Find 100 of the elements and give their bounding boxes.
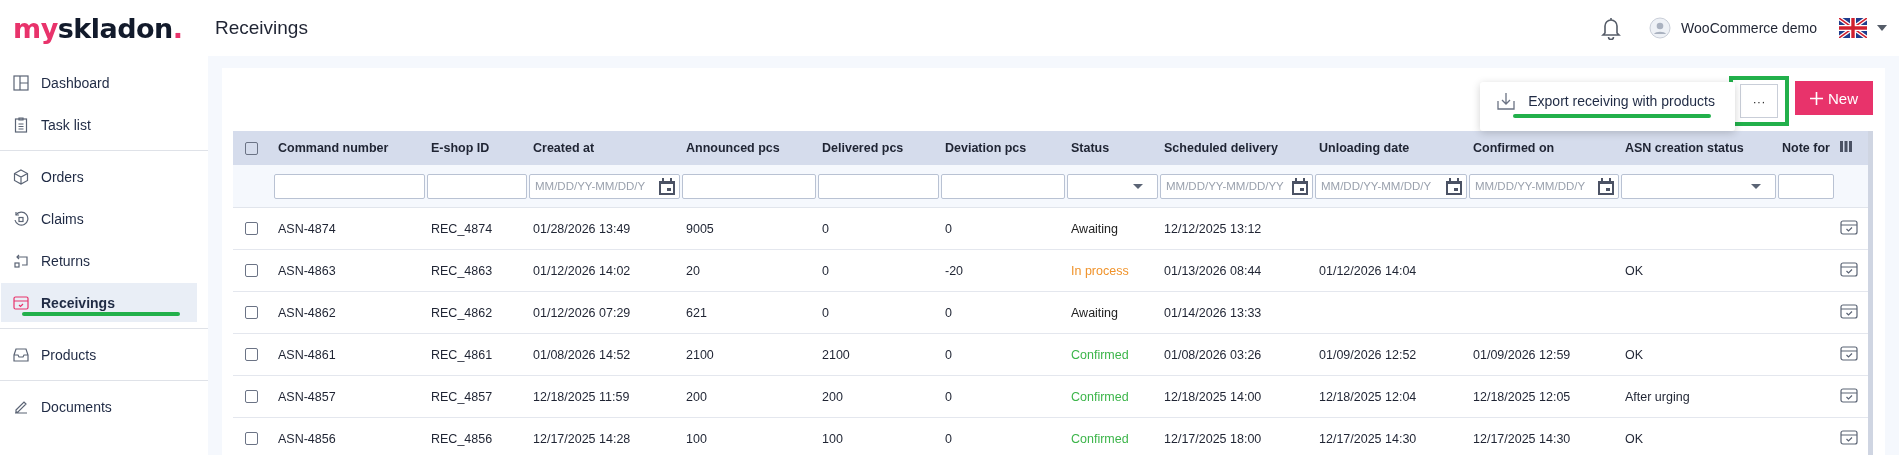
- column-header[interactable]: E-shop ID: [431, 141, 533, 155]
- calendar-icon: [1598, 177, 1614, 195]
- sidebar-item[interactable]: Orders: [1, 157, 197, 196]
- table-cell: 01/08/2026 03:26: [1164, 347, 1262, 362]
- table-cell: 100: [822, 431, 843, 446]
- new-button[interactable]: New: [1795, 81, 1873, 115]
- column-header[interactable]: Note for: [1782, 141, 1840, 155]
- tray-icon[interactable]: [1840, 261, 1858, 277]
- table-cell: 20: [686, 263, 700, 278]
- returns-icon: [13, 252, 29, 269]
- table-cell: 12/18/2025 12:05: [1473, 389, 1571, 404]
- table-cell: OK: [1625, 431, 1644, 446]
- sidebar-item[interactable]: Claims: [1, 199, 197, 238]
- box-icon: [13, 168, 29, 185]
- table-cell: After urging: [1625, 389, 1690, 404]
- table-cell: 12/17/2025 14:30: [1473, 431, 1571, 446]
- table-cell: REC_4857: [431, 389, 493, 404]
- column-header[interactable]: Confirmed on: [1473, 141, 1625, 155]
- table-cell: 0: [945, 221, 952, 236]
- filter-field[interactable]: [818, 173, 939, 199]
- sidebar-item[interactable]: Receivings: [1, 283, 197, 322]
- table-cell: 0: [945, 431, 952, 446]
- table-cell: 12/17/2025 14:28: [533, 431, 631, 446]
- column-header[interactable]: Deviation pcs: [945, 141, 1071, 155]
- status-text: Awaiting: [1071, 305, 1119, 320]
- more-button[interactable]: ···: [1740, 84, 1778, 118]
- tasklist-icon: [13, 116, 29, 133]
- inbox-icon: [13, 346, 29, 363]
- table-cell: 100: [686, 431, 707, 446]
- table-cell: 01/13/2026 08:44: [1164, 263, 1262, 278]
- table-cell: 01/28/2026 13:49: [533, 221, 631, 236]
- status-text: Awaiting: [1071, 221, 1119, 236]
- tray-icon[interactable]: [1840, 429, 1858, 445]
- table-cell: 12/18/2025 14:00: [1164, 389, 1262, 404]
- filter-field[interactable]: [1778, 173, 1834, 199]
- caret-icon: [1751, 183, 1761, 189]
- logo[interactable]: myskladon.: [13, 12, 215, 44]
- column-header[interactable]: ASN creation status: [1625, 141, 1782, 155]
- table-cell: 0: [822, 221, 829, 236]
- column-header[interactable]: Scheduled delivery: [1164, 141, 1319, 155]
- filter-field[interactable]: [941, 173, 1065, 199]
- column-header[interactable]: Created at: [533, 141, 686, 155]
- status-text: Confirmed: [1071, 431, 1129, 446]
- checkbox[interactable]: [245, 432, 258, 445]
- sidebar-item[interactable]: Returns: [1, 241, 197, 280]
- table-cell: OK: [1625, 347, 1644, 362]
- tray-icon[interactable]: [1840, 345, 1858, 361]
- caret-icon[interactable]: [1877, 25, 1887, 31]
- column-header[interactable]: Status: [1071, 141, 1164, 155]
- table-cell: ASN-4857: [278, 389, 336, 404]
- filter-field[interactable]: [682, 173, 816, 199]
- table-cell: REC_4862: [431, 305, 493, 320]
- table-cell: REC_4863: [431, 263, 493, 278]
- column-header[interactable]: Announced pcs: [686, 141, 822, 155]
- table-cell: ASN-4862: [278, 305, 336, 320]
- table-cell: ASN-4861: [278, 347, 336, 362]
- table-cell: REC_4861: [431, 347, 493, 362]
- plus-icon: [1810, 91, 1823, 105]
- sidebar-item[interactable]: Products: [1, 335, 197, 374]
- checkbox[interactable]: [245, 306, 258, 319]
- menu-item[interactable]: Export receiving with products: [1497, 92, 1715, 110]
- calendar-icon: [1292, 177, 1308, 195]
- sidebar-item[interactable]: Dashboard: [1, 63, 197, 102]
- sidebar-item[interactable]: Documents: [1, 387, 197, 426]
- tray-icon: [13, 294, 29, 311]
- filter-field[interactable]: [427, 173, 527, 199]
- checkbox[interactable]: [245, 141, 258, 155]
- table-cell: 2100: [686, 347, 714, 362]
- page-title: Receivings: [215, 17, 308, 39]
- calendar-icon: [1446, 177, 1462, 195]
- filter-field[interactable]: [274, 173, 425, 199]
- table-cell: 12/18/2025 11:59: [533, 389, 630, 404]
- columns-icon[interactable]: [1840, 141, 1852, 152]
- flag-icon[interactable]: [1839, 18, 1867, 38]
- user-name[interactable]: WooCommerce demo: [1681, 20, 1817, 36]
- table-cell: 0: [945, 347, 952, 362]
- table-cell: OK: [1625, 263, 1644, 278]
- table-cell: 621: [686, 305, 707, 320]
- avatar-icon[interactable]: [1649, 17, 1672, 39]
- sidebar-item[interactable]: Task list: [1, 105, 197, 144]
- tray-icon[interactable]: [1840, 303, 1858, 319]
- column-header[interactable]: Unloading date: [1319, 141, 1473, 155]
- bell-icon[interactable]: [1601, 16, 1622, 40]
- table-cell: -20: [945, 263, 964, 278]
- table-cell: ASN-4863: [278, 263, 336, 278]
- checkbox[interactable]: [245, 348, 258, 361]
- table-cell: 01/12/2026 14:04: [1319, 263, 1417, 278]
- checkbox[interactable]: [245, 222, 258, 235]
- calendar-icon: [659, 177, 675, 195]
- table-cell: 01/14/2026 13:33: [1164, 305, 1262, 320]
- column-header[interactable]: Command number: [278, 141, 431, 155]
- table-cell: 0: [945, 305, 952, 320]
- checkbox[interactable]: [245, 264, 258, 277]
- checkbox[interactable]: [245, 390, 258, 403]
- tray-icon[interactable]: [1840, 219, 1858, 235]
- status-text: Confirmed: [1071, 347, 1129, 362]
- column-header[interactable]: Delivered pcs: [822, 141, 945, 155]
- tray-icon[interactable]: [1840, 387, 1858, 403]
- table-cell: ASN-4856: [278, 431, 336, 446]
- table-cell: REC_4856: [431, 431, 493, 446]
